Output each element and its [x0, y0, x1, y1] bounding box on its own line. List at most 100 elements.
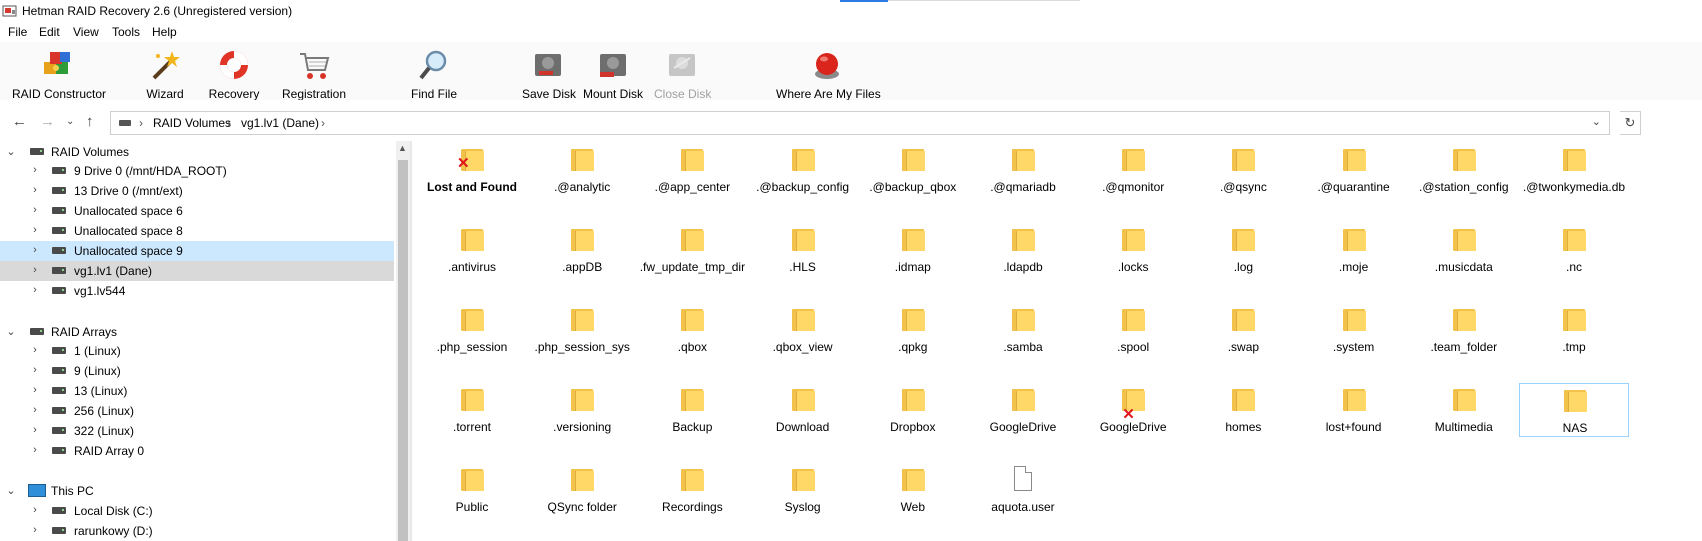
folder-item[interactable]: .swap: [1188, 303, 1298, 357]
folder-item[interactable]: .@station_config: [1409, 143, 1519, 197]
folder-item[interactable]: .@qmonitor: [1078, 143, 1188, 197]
folder-item[interactable]: Syslog: [748, 463, 858, 517]
menu-view[interactable]: View: [73, 25, 99, 39]
tree-item[interactable]: › Unallocated space 6: [0, 201, 394, 221]
refresh-icon[interactable]: ↻: [1620, 111, 1641, 135]
folder-item[interactable]: .system: [1299, 303, 1409, 357]
folder-item[interactable]: .@twonkymedia.db: [1519, 143, 1629, 197]
collapsed-chevron-icon[interactable]: ›: [30, 404, 40, 416]
address-bar[interactable]: › RAID Volumes › vg1.lv1 (Dane) › ⌄: [110, 111, 1610, 135]
breadcrumb-raid-volumes[interactable]: RAID Volumes: [153, 116, 231, 130]
collapsed-chevron-icon[interactable]: ›: [30, 224, 40, 236]
collapsed-chevron-icon[interactable]: ›: [30, 244, 40, 256]
folder-item[interactable]: ✕ GoogleDrive: [1078, 383, 1188, 437]
collapsed-chevron-icon[interactable]: ›: [30, 264, 40, 276]
collapsed-chevron-icon[interactable]: ›: [30, 204, 40, 216]
collapsed-chevron-icon[interactable]: ›: [30, 344, 40, 356]
tree-item[interactable]: › Unallocated space 8: [0, 221, 394, 241]
tree-item-selected[interactable]: › vg1.lv1 (Dane): [0, 261, 394, 281]
collapsed-chevron-icon[interactable]: ›: [30, 424, 40, 436]
mount-disk-button[interactable]: Mount Disk: [582, 48, 644, 101]
folder-item[interactable]: .log: [1188, 223, 1298, 277]
folder-item[interactable]: lost+found: [1299, 383, 1409, 437]
folder-item[interactable]: .antivirus: [417, 223, 527, 277]
folder-item[interactable]: .moje: [1299, 223, 1409, 277]
folder-item[interactable]: .php_session: [417, 303, 527, 357]
folder-item[interactable]: .qbox_view: [748, 303, 858, 357]
folder-item[interactable]: .torrent: [417, 383, 527, 437]
find-file-button[interactable]: Find File: [410, 48, 458, 101]
where-are-my-files-button[interactable]: Where Are My Files: [776, 48, 881, 101]
menu-file[interactable]: File: [8, 25, 27, 39]
tree-group-raid-arrays[interactable]: ⌄ RAID Arrays: [0, 322, 394, 342]
wizard-button[interactable]: Wizard: [142, 48, 188, 101]
tree-item[interactable]: › 1 (Linux): [0, 341, 394, 361]
folder-item[interactable]: .@backup_config: [748, 143, 858, 197]
menu-edit[interactable]: Edit: [39, 25, 60, 39]
save-disk-button[interactable]: Save Disk: [522, 48, 576, 101]
collapsed-chevron-icon[interactable]: ›: [30, 164, 40, 176]
collapsed-chevron-icon[interactable]: ›: [30, 384, 40, 396]
folder-item[interactable]: QSync folder: [527, 463, 637, 517]
folder-item[interactable]: .versioning: [527, 383, 637, 437]
folder-item[interactable]: Dropbox: [858, 383, 968, 437]
folder-item[interactable]: Web: [858, 463, 968, 517]
close-disk-button[interactable]: Close Disk: [654, 48, 711, 101]
collapsed-chevron-icon[interactable]: ›: [30, 504, 40, 516]
folder-item[interactable]: Multimedia: [1409, 383, 1519, 437]
folder-item[interactable]: .spool: [1078, 303, 1188, 357]
folder-item[interactable]: NAS: [1519, 383, 1629, 437]
tree-item[interactable]: › Local Disk (C:): [0, 501, 394, 521]
folder-item[interactable]: .samba: [968, 303, 1078, 357]
folder-item[interactable]: .fw_update_tmp_dir: [637, 223, 747, 277]
registration-button[interactable]: Registration: [280, 48, 348, 101]
tree-item[interactable]: › 322 (Linux): [0, 421, 394, 441]
menu-help[interactable]: Help: [152, 25, 177, 39]
folder-item[interactable]: Backup: [637, 383, 747, 437]
tree-item[interactable]: › RAID Array 0: [0, 441, 394, 461]
tree-item[interactable]: › 13 Drive 0 (/mnt/ext): [0, 181, 394, 201]
back-arrow-icon[interactable]: ←: [12, 113, 27, 130]
folder-item[interactable]: .php_session_sys: [527, 303, 637, 357]
folder-item[interactable]: .musicdata: [1409, 223, 1519, 277]
tree-item[interactable]: › 13 (Linux): [0, 381, 394, 401]
folder-item[interactable]: Download: [748, 383, 858, 437]
folder-item[interactable]: Recordings: [637, 463, 747, 517]
collapsed-chevron-icon[interactable]: ›: [30, 284, 40, 296]
folder-item[interactable]: Public: [417, 463, 527, 517]
folder-item[interactable]: .HLS: [748, 223, 858, 277]
tree-item-hovered[interactable]: › Unallocated space 9: [0, 241, 394, 261]
history-chevron-icon[interactable]: ⌄: [66, 116, 74, 127]
expanded-chevron-icon[interactable]: ⌄: [6, 145, 16, 158]
folder-item[interactable]: .@qsync: [1188, 143, 1298, 197]
folder-item[interactable]: .@qmariadb: [968, 143, 1078, 197]
collapsed-chevron-icon[interactable]: ›: [30, 364, 40, 376]
folder-item[interactable]: .appDB: [527, 223, 637, 277]
tree-group-this-pc[interactable]: ⌄ This PC: [0, 481, 394, 501]
tree-item[interactable]: › 9 (Linux): [0, 361, 394, 381]
expanded-chevron-icon[interactable]: ⌄: [6, 325, 16, 338]
folder-item[interactable]: .nc: [1519, 223, 1629, 277]
folder-item[interactable]: .@analytic: [527, 143, 637, 197]
folder-item[interactable]: .idmap: [858, 223, 968, 277]
folder-item[interactable]: .qbox: [637, 303, 747, 357]
collapsed-chevron-icon[interactable]: ›: [30, 524, 40, 536]
tree-item[interactable]: › 256 (Linux): [0, 401, 394, 421]
scroll-up-arrow-icon[interactable]: ▲: [398, 143, 407, 153]
collapsed-chevron-icon[interactable]: ›: [30, 444, 40, 456]
tree-item[interactable]: › 9 Drive 0 (/mnt/HDA_ROOT): [0, 161, 394, 181]
breadcrumb-current[interactable]: vg1.lv1 (Dane): [241, 116, 319, 130]
raid-constructor-button[interactable]: RAID Constructor: [12, 48, 106, 101]
folder-item[interactable]: .team_folder: [1409, 303, 1519, 357]
folder-item[interactable]: .locks: [1078, 223, 1188, 277]
folder-item[interactable]: .@backup_qbox: [858, 143, 968, 197]
folder-item[interactable]: .qpkg: [858, 303, 968, 357]
address-dropdown-icon[interactable]: ⌄: [1592, 115, 1601, 128]
tree-item[interactable]: › vg1.lv544: [0, 281, 394, 301]
folder-item[interactable]: homes: [1188, 383, 1298, 437]
folder-item[interactable]: .ldapdb: [968, 223, 1078, 277]
forward-arrow-icon[interactable]: →: [40, 113, 55, 130]
collapsed-chevron-icon[interactable]: ›: [30, 184, 40, 196]
folder-item[interactable]: .@quarantine: [1299, 143, 1409, 197]
folder-item[interactable]: GoogleDrive: [968, 383, 1078, 437]
